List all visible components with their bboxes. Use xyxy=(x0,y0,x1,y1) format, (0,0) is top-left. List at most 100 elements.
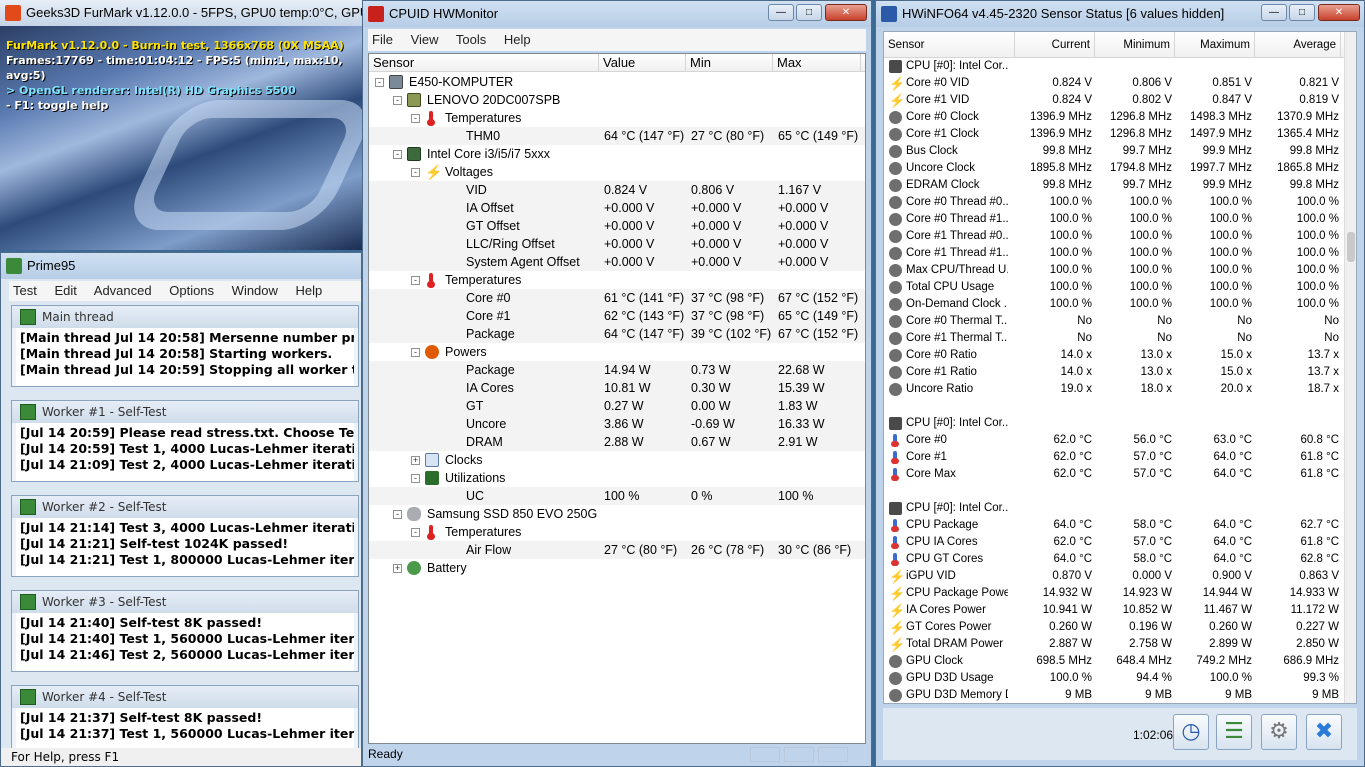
col-sensor[interactable]: Sensor xyxy=(884,32,1015,58)
sensor-row[interactable]: VID 0.824 V 0.806 V 1.167 V xyxy=(369,181,865,199)
tree-node[interactable]: + Clocks xyxy=(369,451,865,469)
sensor-row[interactable]: Total CPU Usage 100.0 % 100.0 % 100.0 % 100.… xyxy=(884,279,1344,296)
expand-toggle-icon[interactable]: - xyxy=(411,348,420,357)
sensor-row[interactable]: Core #0 Ratio 14.0 x 13.0 x 15.0 x 13.7 x xyxy=(884,347,1344,364)
settings-gear-icon[interactable]: ⚙ xyxy=(1261,714,1297,750)
tree-node[interactable]: - Temperatures xyxy=(369,271,865,289)
sensor-row[interactable]: LLC/Ring Offset +0.000 V +0.000 V +0.000 V xyxy=(369,235,865,253)
expand-toggle-icon[interactable]: - xyxy=(375,78,384,87)
hwinfo-sensor-table[interactable]: Sensor Current Minimum Maximum Average C… xyxy=(883,31,1357,704)
menu-tools[interactable]: Tools xyxy=(456,32,486,47)
sensor-row[interactable]: IA Offset +0.000 V +0.000 V +0.000 V xyxy=(369,199,865,217)
sensor-row[interactable]: Package 14.94 W 0.73 W 22.68 W xyxy=(369,361,865,379)
sensor-row[interactable]: Core #1 Clock 1396.9 MHz 1296.8 MHz 1497.9 … xyxy=(884,126,1344,143)
tree-node[interactable]: - Intel Core i3/i5/i7 5xxx xyxy=(369,145,865,163)
sensor-row[interactable]: Core #0 61 °C (141 °F) 37 °C (98 °F) 67 °C … xyxy=(369,289,865,307)
sensor-row[interactable]: GPU D3D Usage 100.0 % 94.4 % 100.0 % 99.3 % xyxy=(884,670,1344,687)
menu-options[interactable]: Options xyxy=(169,283,214,298)
tree-node[interactable]: - Temperatures xyxy=(369,109,865,127)
sensor-row[interactable]: Core #0 Thread #1... 100.0 % 100.0 % 100.0 … xyxy=(884,211,1344,228)
prime95-worker-window[interactable]: Worker #2 - Self-Test [Jul 14 21:14] Test… xyxy=(11,495,359,577)
sensor-row[interactable]: ⚡ Core #0 VID 0.824 V 0.806 V 0.851 V 0.821 V xyxy=(884,75,1344,92)
sensor-row[interactable]: Uncore 3.86 W -0.69 W 16.33 W xyxy=(369,415,865,433)
sensor-row[interactable]: Uncore Clock 1895.8 MHz 1794.8 MHz 1997.7 M… xyxy=(884,160,1344,177)
sensor-row[interactable]: GPU Clock 698.5 MHz 648.4 MHz 749.2 MHz 686.… xyxy=(884,653,1344,670)
col-maximum[interactable]: Maximum xyxy=(1175,32,1255,58)
sensor-row[interactable]: Air Flow 27 °C (80 °F) 26 °C (78 °F) 30 °C … xyxy=(369,541,865,559)
maximize-button[interactable]: □ xyxy=(1289,4,1315,21)
expand-toggle-icon[interactable]: - xyxy=(393,510,402,519)
sensor-row[interactable]: EDRAM Clock 99.8 MHz 99.7 MHz 99.9 MHz 99.8 … xyxy=(884,177,1344,194)
menu-window[interactable]: Window xyxy=(232,283,278,298)
tree-node[interactable]: + Battery xyxy=(369,559,865,577)
sensor-row[interactable]: ⚡ Total DRAM Power 2.887 W 2.758 W 2.899 W 2.… xyxy=(884,636,1344,653)
worker-titlebar[interactable]: Worker #3 - Self-Test xyxy=(12,591,358,613)
tree-node[interactable]: - Powers xyxy=(369,343,865,361)
sensor-row[interactable]: Core #1 Thermal T... No No No No xyxy=(884,330,1344,347)
sensor-group-row[interactable]: CPU [#0]: Intel Cor... xyxy=(884,58,1344,75)
tree-node[interactable]: - Samsung SSD 850 EVO 250G xyxy=(369,505,865,523)
sensor-row[interactable]: Core #0 Clock 1396.9 MHz 1296.8 MHz 1498.3 … xyxy=(884,109,1344,126)
expand-toggle-icon[interactable]: + xyxy=(393,564,402,573)
col-max[interactable]: Max xyxy=(773,54,861,72)
sensor-row[interactable]: Uncore Ratio 19.0 x 18.0 x 20.0 x 18.7 x xyxy=(884,381,1344,398)
menu-help[interactable]: Help xyxy=(504,32,531,47)
col-value[interactable]: Value xyxy=(599,54,686,72)
sensor-row[interactable]: Core Max 62.0 °C 57.0 °C 64.0 °C 61.8 °C xyxy=(884,466,1344,483)
sensor-row[interactable]: ⚡ CPU Package Power 14.932 W 14.923 W 14.944… xyxy=(884,585,1344,602)
prime95-worker-window[interactable]: Worker #1 - Self-Test [Jul 14 20:59] Plea… xyxy=(11,400,359,482)
scroll-thumb[interactable] xyxy=(1347,232,1355,262)
sensor-row[interactable]: THM0 64 °C (147 °F) 27 °C (80 °F) 65 °C (14… xyxy=(369,127,865,145)
hwmonitor-titlebar[interactable]: CPUID HWMonitor — □ ✕ xyxy=(363,1,871,27)
tree-node[interactable]: - E450-KOMPUTER xyxy=(369,73,865,91)
sensor-row[interactable]: GT 0.27 W 0.00 W 1.83 W xyxy=(369,397,865,415)
col-current[interactable]: Current xyxy=(1015,32,1095,58)
sensor-row[interactable]: ⚡ iGPU VID 0.870 V 0.000 V 0.900 V 0.863 V xyxy=(884,568,1344,585)
sensor-row[interactable]: Core #1 62 °C (143 °F) 37 °C (98 °F) 65 °C … xyxy=(369,307,865,325)
expand-toggle-icon[interactable]: - xyxy=(411,276,420,285)
sensor-row[interactable]: Max CPU/Thread U... 100.0 % 100.0 % 100.0 %… xyxy=(884,262,1344,279)
menu-advanced[interactable]: Advanced xyxy=(94,283,152,298)
expand-toggle-icon[interactable]: - xyxy=(393,150,402,159)
sensor-row[interactable]: GPU D3D Memory D... 9 MB 9 MB 9 MB 9 MB xyxy=(884,687,1344,703)
prime95-window[interactable]: Prime95 Test Edit Advanced Options Windo… xyxy=(0,252,362,767)
sensor-row[interactable]: Bus Clock 99.8 MHz 99.7 MHz 99.9 MHz 99.8 MH… xyxy=(884,143,1344,160)
minimize-button[interactable]: — xyxy=(1261,4,1287,21)
sensor-row[interactable]: Core #1 Thread #1... 100.0 % 100.0 % 100.0 … xyxy=(884,245,1344,262)
menu-edit[interactable]: Edit xyxy=(54,283,76,298)
worker-titlebar[interactable]: Main thread xyxy=(12,306,358,328)
sensor-row[interactable]: CPU GT Cores 64.0 °C 58.0 °C 64.0 °C 62.8 °C xyxy=(884,551,1344,568)
log-file-icon[interactable]: ☰ xyxy=(1216,714,1252,750)
menu-file[interactable]: File xyxy=(372,32,393,47)
sensor-row[interactable]: Core #0 Thread #0... 100.0 % 100.0 % 100.0 … xyxy=(884,194,1344,211)
vertical-scrollbar[interactable] xyxy=(1344,32,1356,703)
tree-node[interactable]: - Utilizations xyxy=(369,469,865,487)
expand-toggle-icon[interactable]: - xyxy=(393,96,402,105)
furmark-titlebar[interactable]: Geeks3D FurMark v1.12.0.0 - 5FPS, GPU0 t… xyxy=(0,0,362,26)
prime95-worker-window[interactable]: Main thread [Main thread Jul 14 20:58] Me… xyxy=(11,305,359,387)
worker-titlebar[interactable]: Worker #1 - Self-Test xyxy=(12,401,358,423)
menu-help[interactable]: Help xyxy=(296,283,323,298)
expand-toggle-icon[interactable]: - xyxy=(411,474,420,483)
hwinfo-titlebar[interactable]: HWiNFO64 v4.45-2320 Sensor Status [6 val… xyxy=(876,1,1364,27)
sensor-row[interactable]: Core #1 Ratio 14.0 x 13.0 x 15.0 x 13.7 x xyxy=(884,364,1344,381)
prime95-titlebar[interactable]: Prime95 xyxy=(1,253,361,279)
furmark-window[interactable]: Geeks3D FurMark v1.12.0.0 - 5FPS, GPU0 t… xyxy=(0,0,362,250)
sensor-row[interactable]: Core #0 62.0 °C 56.0 °C 63.0 °C 60.8 °C xyxy=(884,432,1344,449)
sensor-row[interactable]: IA Cores 10.81 W 0.30 W 15.39 W xyxy=(369,379,865,397)
menu-test[interactable]: Test xyxy=(13,283,37,298)
col-average[interactable]: Average xyxy=(1255,32,1341,58)
sensor-row[interactable]: ⚡ GT Cores Power 0.260 W 0.196 W 0.260 W 0.22… xyxy=(884,619,1344,636)
sensor-row[interactable]: ⚡ Core #1 VID 0.824 V 0.802 V 0.847 V 0.819 V xyxy=(884,92,1344,109)
sensor-row[interactable]: DRAM 2.88 W 0.67 W 2.91 W xyxy=(369,433,865,451)
expand-toggle-icon[interactable]: + xyxy=(411,456,420,465)
tree-node[interactable]: - LENOVO 20DC007SPB xyxy=(369,91,865,109)
hwinfo-window[interactable]: HWiNFO64 v4.45-2320 Sensor Status [6 val… xyxy=(875,0,1365,767)
sensor-row[interactable]: Package 64 °C (147 °F) 39 °C (102 °F) 67 °C… xyxy=(369,325,865,343)
expand-toggle-icon[interactable]: - xyxy=(411,168,420,177)
col-minimum[interactable]: Minimum xyxy=(1095,32,1175,58)
sensor-row[interactable]: Core #1 Thread #0... 100.0 % 100.0 % 100.0 … xyxy=(884,228,1344,245)
sensor-group-row[interactable]: CPU [#0]: Intel Cor... xyxy=(884,500,1344,517)
clock-icon[interactable]: ◷ xyxy=(1173,714,1209,750)
close-button[interactable]: ✕ xyxy=(1318,4,1360,21)
